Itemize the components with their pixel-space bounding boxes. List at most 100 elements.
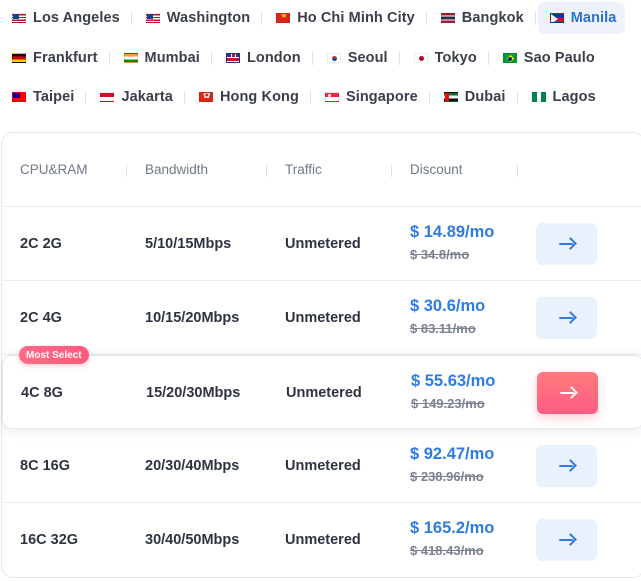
original-price: $ 149.23/mo bbox=[411, 396, 485, 411]
location-label: Lagos bbox=[552, 89, 596, 105]
location-ho-chi-minh-city[interactable]: Ho Chi Minh City bbox=[264, 2, 424, 34]
location-label: Washington bbox=[166, 10, 251, 26]
order-button[interactable] bbox=[536, 297, 597, 339]
nigeria-flag-icon bbox=[531, 92, 546, 102]
divider bbox=[534, 11, 536, 25]
uae-flag-icon bbox=[443, 92, 458, 102]
location-mumbai[interactable]: Mumbai bbox=[112, 42, 209, 74]
original-price: $ 83.11/mo bbox=[410, 321, 476, 336]
location-label: Bangkok bbox=[461, 10, 524, 26]
brazil-flag-icon bbox=[502, 53, 517, 63]
traffic-value: Unmetered bbox=[285, 458, 361, 474]
germany-flag-icon bbox=[12, 53, 26, 63]
table-row-featured: 4C 8G 15/20/30Mbps Unmetered $ 55.63/mo … bbox=[2, 355, 641, 429]
location-taipei[interactable]: Taipei bbox=[0, 81, 83, 113]
traffic-value: Unmetered bbox=[286, 385, 362, 401]
order-button[interactable] bbox=[536, 519, 597, 561]
order-button[interactable] bbox=[536, 223, 597, 265]
header-divider bbox=[391, 165, 392, 177]
location-label: Tokyo bbox=[434, 50, 477, 66]
singapore-flag-icon bbox=[324, 92, 339, 102]
arrow-right-icon bbox=[559, 386, 577, 400]
divider bbox=[425, 11, 427, 25]
location-los-angeles[interactable]: Los Angeles bbox=[0, 2, 129, 34]
location-label: Dubai bbox=[464, 89, 506, 105]
location-hong-kong[interactable]: Hong Kong bbox=[187, 81, 308, 113]
arrow-right-icon bbox=[558, 533, 576, 547]
location-jakarta[interactable]: Jakarta bbox=[88, 81, 182, 113]
original-price: $ 418.43/mo bbox=[410, 543, 484, 558]
us-flag-icon bbox=[145, 13, 160, 23]
divider bbox=[183, 90, 185, 104]
cpu-ram-value: 4C 8G bbox=[21, 385, 63, 401]
order-button[interactable] bbox=[536, 445, 597, 487]
traffic-value: Unmetered bbox=[285, 236, 361, 252]
location-label: London bbox=[246, 50, 301, 66]
location-lagos[interactable]: Lagos bbox=[520, 81, 605, 113]
bandwidth-value: 20/30/40Mbps bbox=[145, 458, 240, 474]
location-tokyo[interactable]: Tokyo bbox=[402, 42, 486, 74]
header-traffic: Traffic bbox=[285, 162, 322, 177]
location-selector: Los Angeles Washington Ho Chi Minh City … bbox=[0, 0, 641, 120]
location-row-1: Los Angeles Washington Ho Chi Minh City … bbox=[0, 1, 626, 35]
hongkong-flag-icon bbox=[198, 92, 213, 102]
location-washington[interactable]: Washington bbox=[134, 2, 259, 34]
bandwidth-value: 15/20/30Mbps bbox=[146, 385, 241, 401]
thailand-flag-icon bbox=[440, 13, 455, 23]
japan-flag-icon bbox=[413, 53, 428, 63]
divider bbox=[516, 90, 518, 104]
divider bbox=[261, 11, 263, 25]
arrow-right-icon bbox=[558, 311, 576, 325]
location-sao-paulo[interactable]: Sao Paulo bbox=[491, 42, 604, 74]
location-frankfurt[interactable]: Frankfurt bbox=[0, 42, 107, 74]
location-bangkok[interactable]: Bangkok bbox=[429, 2, 533, 34]
indonesia-flag-icon bbox=[100, 92, 115, 102]
vietnam-flag-icon bbox=[276, 13, 291, 23]
uk-flag-icon bbox=[225, 53, 240, 63]
order-button-featured[interactable] bbox=[537, 372, 598, 414]
table-row: 2C 2G 5/10/15Mbps Unmetered $ 14.89/mo $… bbox=[2, 207, 641, 281]
table-row: 16C 32G 30/40/50Mbps Unmetered $ 165.2/m… bbox=[2, 503, 641, 577]
location-label: Taipei bbox=[33, 89, 75, 105]
korea-flag-icon bbox=[326, 53, 341, 63]
pricing-table: CPU&RAM Bandwidth Traffic Discount 2C 2G… bbox=[1, 132, 641, 578]
location-row-3: Taipei Jakarta Hong Kong Singapore Dubai… bbox=[0, 80, 605, 114]
discount-price: $ 55.63/mo bbox=[411, 372, 496, 390]
arrow-right-icon bbox=[558, 459, 576, 473]
india-flag-icon bbox=[123, 53, 138, 63]
arrow-right-icon bbox=[558, 237, 576, 251]
location-seoul[interactable]: Seoul bbox=[315, 42, 397, 74]
location-label: Hong Kong bbox=[219, 89, 299, 105]
divider bbox=[85, 90, 87, 104]
location-singapore[interactable]: Singapore bbox=[313, 81, 427, 113]
divider bbox=[428, 90, 430, 104]
discount-price: $ 92.47/mo bbox=[410, 445, 495, 463]
cpu-ram-value: 2C 4G bbox=[20, 310, 62, 326]
traffic-value: Unmetered bbox=[285, 532, 361, 548]
location-manila[interactable]: Manila bbox=[537, 2, 626, 34]
location-london[interactable]: London bbox=[214, 42, 310, 74]
original-price: $ 34.8/mo bbox=[410, 247, 470, 262]
table-row: 8C 16G 20/30/40Mbps Unmetered $ 92.47/mo… bbox=[2, 429, 641, 503]
location-label: Mumbai bbox=[144, 50, 200, 66]
bandwidth-value: 30/40/50Mbps bbox=[145, 532, 240, 548]
location-dubai[interactable]: Dubai bbox=[432, 81, 515, 113]
most-select-badge: Most Select bbox=[19, 346, 89, 364]
location-row-2: Frankfurt Mumbai London Seoul Tokyo Sao … bbox=[0, 41, 604, 75]
cpu-ram-value: 2C 2G bbox=[20, 236, 62, 252]
divider bbox=[130, 11, 132, 25]
header-cpu-ram: CPU&RAM bbox=[20, 162, 88, 177]
header-divider bbox=[266, 165, 267, 177]
cpu-ram-value: 8C 16G bbox=[20, 458, 70, 474]
original-price: $ 238.96/mo bbox=[410, 469, 484, 484]
cpu-ram-value: 16C 32G bbox=[20, 532, 79, 548]
header-bandwidth: Bandwidth bbox=[145, 162, 209, 177]
discount-price: $ 14.89/mo bbox=[410, 223, 495, 241]
discount-price: $ 30.6/mo bbox=[410, 297, 486, 315]
header-divider bbox=[517, 165, 518, 177]
divider bbox=[108, 51, 110, 65]
location-label: Frankfurt bbox=[33, 50, 98, 66]
table-header: CPU&RAM Bandwidth Traffic Discount bbox=[2, 133, 641, 207]
divider bbox=[398, 51, 400, 65]
discount-price: $ 165.2/mo bbox=[410, 519, 495, 537]
